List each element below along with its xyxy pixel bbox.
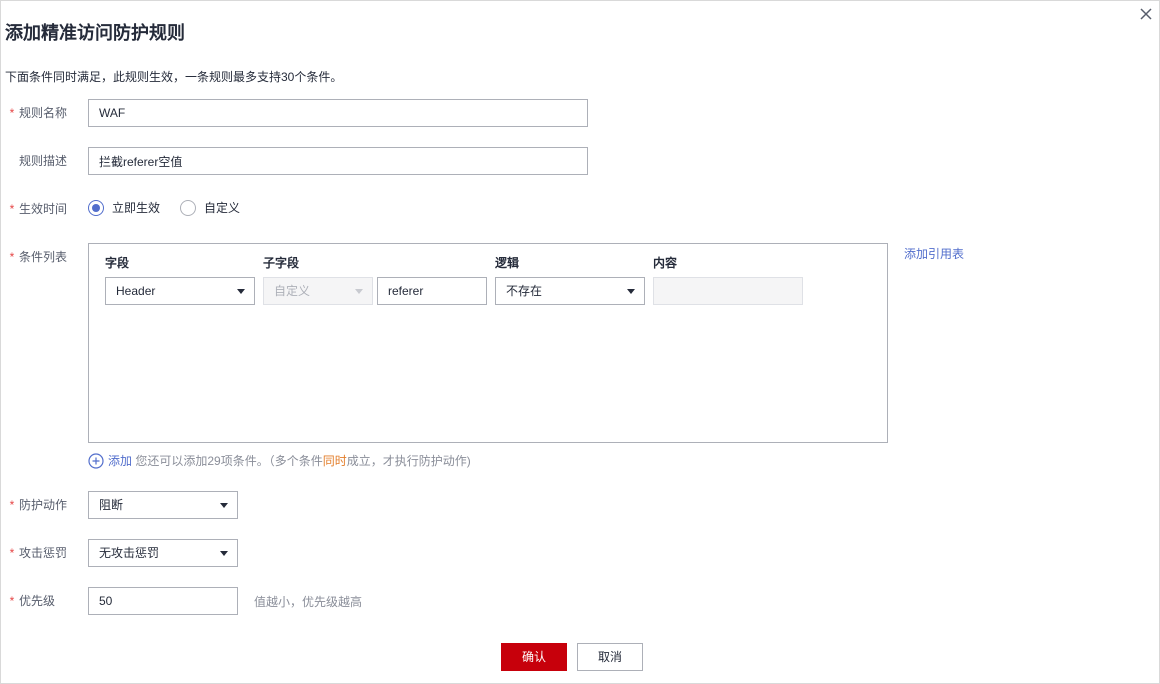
radio-immediate-label[interactable]: 立即生效 xyxy=(112,200,160,216)
rule-desc-input[interactable] xyxy=(88,147,588,175)
content-input xyxy=(653,277,803,305)
plus-circle-icon[interactable] xyxy=(88,453,104,469)
radio-custom[interactable] xyxy=(180,200,196,216)
header-subfield: 子字段 xyxy=(263,256,300,270)
effective-time-label: * 生效时间 xyxy=(5,201,67,217)
caret-down-icon xyxy=(627,289,635,294)
priority-label: * 优先级 xyxy=(5,593,55,609)
subfield-input[interactable] xyxy=(377,277,487,305)
radio-immediate[interactable] xyxy=(88,200,104,216)
confirm-button[interactable]: 确认 xyxy=(501,643,567,671)
attack-penalty-label: * 攻击惩罚 xyxy=(5,545,67,561)
logic-select[interactable]: 不存在 xyxy=(495,277,645,305)
required-mark: * xyxy=(9,498,15,512)
priority-input[interactable] xyxy=(88,587,238,615)
rule-desc-label: 规则描述 xyxy=(19,154,68,168)
add-rule-dialog: 添加精准访问防护规则 下面条件同时满足，此规则生效，一条规则最多支持30个条件。… xyxy=(0,0,1160,684)
caret-down-icon xyxy=(237,289,245,294)
caret-down-icon xyxy=(220,503,228,508)
header-logic: 逻辑 xyxy=(495,256,520,270)
required-mark: * xyxy=(9,594,15,608)
close-icon[interactable] xyxy=(1138,6,1154,22)
header-field: 字段 xyxy=(105,256,130,270)
required-mark: * xyxy=(9,250,15,264)
add-condition-button[interactable]: 添加 xyxy=(108,454,132,468)
add-reference-table-link[interactable]: 添加引用表 xyxy=(904,245,964,262)
required-mark: * xyxy=(9,106,15,120)
required-mark: * xyxy=(9,202,15,216)
priority-hint: 值越小，优先级越高 xyxy=(254,595,363,609)
rule-name-input[interactable] xyxy=(88,99,588,127)
add-condition-row: 添加 您还可以添加29项条件。（多个条件同时成立，才执行防护动作) xyxy=(88,452,471,469)
attack-penalty-select[interactable]: 无攻击惩罚 xyxy=(88,539,238,567)
caret-down-icon xyxy=(355,289,363,294)
condition-list-label: * 条件列表 xyxy=(5,249,67,265)
header-content: 内容 xyxy=(653,256,678,270)
required-mark: * xyxy=(9,546,15,560)
add-hint: 您还可以添加29项条件。（多个条件同时成立，才执行防护动作) xyxy=(135,453,471,468)
rule-name-label: * 规则名称 xyxy=(5,105,67,121)
protective-action-label: * 防护动作 xyxy=(5,497,67,513)
condition-table: 字段 子字段 逻辑 内容 Header 自定义 不存在 xyxy=(88,243,888,443)
radio-custom-label[interactable]: 自定义 xyxy=(204,200,240,216)
protective-action-select[interactable]: 阻断 xyxy=(88,491,238,519)
dialog-title: 添加精准访问防护规则 xyxy=(5,23,185,43)
cancel-button[interactable]: 取消 xyxy=(577,643,643,671)
dialog-description: 下面条件同时满足，此规则生效，一条规则最多支持30个条件。 xyxy=(5,70,343,84)
caret-down-icon xyxy=(220,551,228,556)
subfield-select: 自定义 xyxy=(263,277,373,305)
field-select[interactable]: Header xyxy=(105,277,255,305)
